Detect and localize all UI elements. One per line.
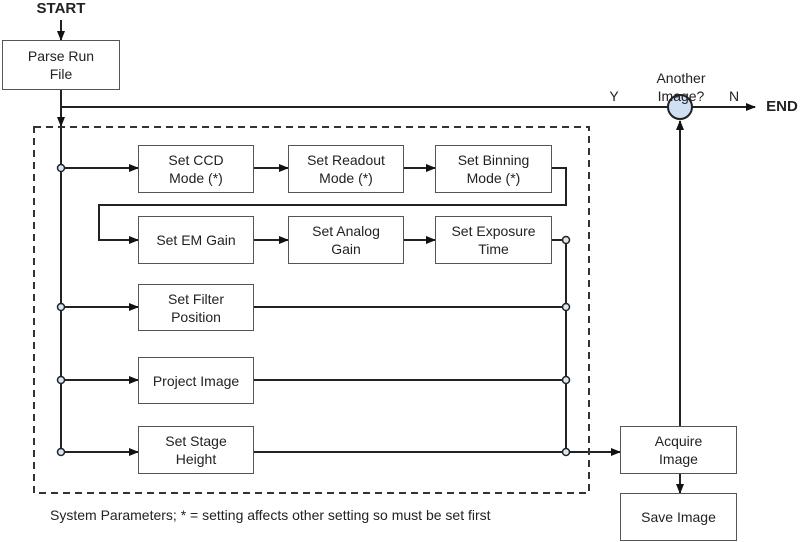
no-label: N (728, 88, 740, 104)
acquire-image-box: Acquire Image (620, 426, 737, 474)
end-label: END (766, 98, 798, 115)
set-analog-gain-box: Set Analog Gain (288, 216, 404, 264)
junction (56, 302, 66, 312)
set-ccd-mode-box: Set CCD Mode (*) (138, 145, 254, 193)
set-readout-mode-box: Set Readout Mode (*) (288, 145, 404, 193)
yes-label: Y (609, 88, 619, 104)
junction (56, 375, 66, 385)
start-label: START (36, 0, 86, 17)
project-image-box: Project Image (138, 357, 254, 404)
set-filter-position-box: Set Filter Position (138, 284, 254, 331)
save-image-box: Save Image (620, 493, 737, 541)
parse-run-file-box: Parse Run File (2, 40, 120, 90)
set-stage-height-box: Set Stage Height (138, 426, 254, 474)
set-binning-mode-box: Set Binning Mode (*) (435, 145, 552, 193)
junction (561, 447, 571, 457)
junction (56, 447, 66, 457)
junction (561, 302, 571, 312)
junction (561, 235, 571, 245)
set-exposure-time-box: Set Exposure Time (435, 216, 552, 264)
junction (561, 375, 571, 385)
caption: System Parameters; * = setting affects o… (50, 507, 491, 523)
junction (56, 163, 66, 173)
set-em-gain-box: Set EM Gain (138, 216, 254, 264)
